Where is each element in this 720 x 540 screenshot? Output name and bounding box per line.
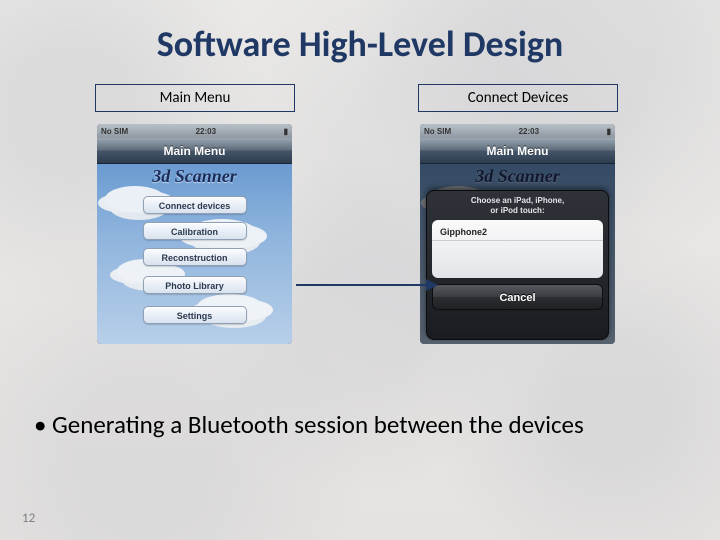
status-carrier: No SIM — [101, 127, 128, 136]
cancel-button[interactable]: Cancel — [432, 284, 603, 310]
status-bar: No SIM 22:03 ▮ — [97, 124, 292, 138]
status-carrier: No SIM — [424, 127, 451, 136]
menu-calibration[interactable]: Calibration — [143, 222, 247, 240]
device-list: Gipphone2 — [432, 220, 603, 278]
page-number: 12 — [22, 511, 35, 526]
arrow-icon — [296, 284, 436, 286]
device-list-empty — [432, 241, 603, 271]
status-bar: No SIM 22:03 ▮ — [420, 124, 615, 138]
sheet-title: Choose an iPad, iPhone, or iPod touch: — [432, 196, 603, 216]
status-time: 22:03 — [519, 127, 539, 136]
nav-title: Main Menu — [420, 138, 615, 164]
app-title: 3d Scanner — [97, 164, 292, 187]
phone-connect-devices: No SIM 22:03 ▮ Main Menu 3d Scanner Choo… — [420, 124, 615, 344]
menu-reconstruction[interactable]: Reconstruction — [143, 248, 247, 266]
status-time: 22:03 — [196, 127, 216, 136]
device-picker-sheet: Choose an iPad, iPhone, or iPod touch: G… — [426, 190, 609, 340]
label-main-menu: Main Menu — [95, 84, 295, 112]
menu-photo-library[interactable]: Photo Library — [143, 276, 247, 294]
nav-title: Main Menu — [97, 138, 292, 164]
device-item[interactable]: Gipphone2 — [432, 224, 603, 241]
bullet-content: Generating a Bluetooth session between t… — [52, 409, 584, 440]
bullet-dot-icon: • — [34, 410, 52, 440]
status-battery-icon: ▮ — [284, 127, 288, 136]
label-connect-devices: Connect Devices — [418, 84, 618, 112]
sheet-title-line1: Choose an iPad, iPhone, — [471, 196, 564, 205]
status-battery-icon: ▮ — [607, 127, 611, 136]
sheet-title-line2: or iPod touch: — [490, 206, 544, 215]
slide-title: Software High-Level Design — [0, 0, 720, 66]
screen-background: 3d Scanner Connect devices Calibration R… — [97, 164, 292, 344]
content-area: Main Menu Connect Devices No SIM 22:03 ▮… — [0, 84, 720, 384]
phone-main-menu: No SIM 22:03 ▮ Main Menu 3d Scanner Conn… — [97, 124, 292, 344]
menu-settings[interactable]: Settings — [143, 306, 247, 324]
menu-connect-devices[interactable]: Connect devices — [143, 196, 247, 214]
bullet-text: •Generating a Bluetooth session between … — [34, 410, 686, 440]
